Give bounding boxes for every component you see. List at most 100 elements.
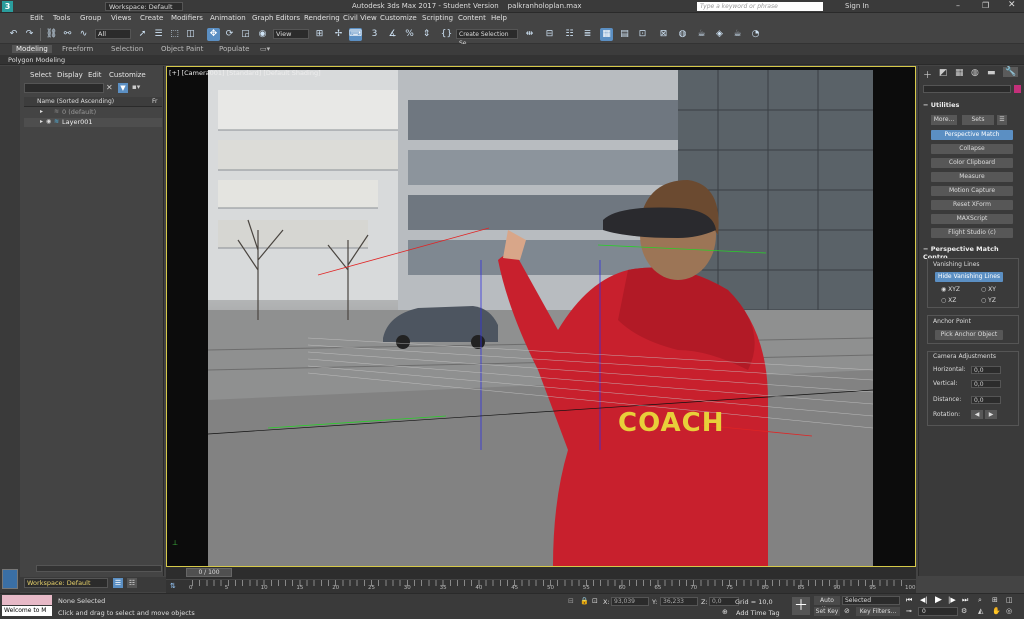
menu-help[interactable]: Help	[491, 14, 507, 22]
menu-civil-view[interactable]: Civil View	[343, 14, 377, 22]
visibility-eye-icon[interactable]: ◉	[46, 118, 51, 125]
name-field[interactable]	[923, 85, 1011, 93]
scene-options-icon[interactable]: ▪▾	[132, 83, 140, 91]
create-tab-icon[interactable]: ＋	[923, 68, 932, 81]
scene-explorer-icon[interactable]: ☷	[563, 28, 576, 41]
scene-menu-select[interactable]: Select	[30, 71, 52, 79]
time-config-icon[interactable]: ⚙	[961, 607, 967, 615]
unlink-icon[interactable]: ⚯	[61, 28, 74, 41]
redo-icon[interactable]: ↷	[23, 28, 36, 41]
layer-explorer-icon[interactable]: ≣	[581, 28, 594, 41]
menu-graph-editors[interactable]: Graph Editors	[252, 14, 300, 22]
vertical-spinner[interactable]: 0,0	[971, 380, 1001, 388]
selection-filter-dropdown[interactable]: All	[95, 29, 131, 39]
radio-xy[interactable]: ○ XY	[981, 286, 996, 293]
maxscript-button[interactable]: MAXScript	[931, 214, 1013, 224]
collapse-button[interactable]: Collapse	[931, 144, 1013, 154]
search-input[interactable]: Type a keyword or phrase	[697, 2, 823, 11]
rect-selection-icon[interactable]: ⬚	[168, 28, 181, 41]
select-manipulate-icon[interactable]: ✢	[332, 28, 345, 41]
isolate-selection-icon[interactable]: ⊟	[568, 597, 574, 605]
scene-menu-display[interactable]: Display	[57, 71, 83, 79]
snaps-toggle-icon[interactable]: 3	[368, 28, 381, 41]
tab-freeform[interactable]: Freeform	[62, 45, 93, 53]
select-place-icon[interactable]: ◉	[256, 28, 269, 41]
spinner-snap-icon[interactable]: ⇕	[420, 28, 433, 41]
render-production-icon[interactable]: ☕	[731, 28, 744, 41]
zoom-icon[interactable]: ⌕	[978, 596, 982, 605]
radio-xz[interactable]: ○ XZ	[941, 297, 956, 304]
close-button[interactable]: ✕	[1008, 0, 1016, 10]
rendered-frame-window-icon[interactable]: ◈	[713, 28, 726, 41]
selection-lock-icon[interactable]: 🔒	[580, 597, 589, 605]
app-logo-icon[interactable]: 3	[2, 1, 13, 12]
scene-scrollbar[interactable]	[36, 565, 162, 572]
menu-views[interactable]: Views	[111, 14, 131, 22]
key-mode-icon[interactable]: ⊸	[906, 607, 912, 615]
ribbon-options-icon[interactable]: ▭▾	[260, 45, 270, 53]
scene-search-input[interactable]	[24, 83, 104, 93]
sort-icon[interactable]: ☰	[113, 578, 123, 588]
go-to-start-icon[interactable]: ⏮	[906, 596, 912, 605]
motion-capture-button[interactable]: Motion Capture	[931, 186, 1013, 196]
utilities-rollout[interactable]: − Utilities	[923, 101, 1021, 109]
filter-toggle-icon[interactable]: ▼	[118, 83, 128, 93]
render-setup-icon[interactable]: ☕	[695, 28, 708, 41]
menu-animation[interactable]: Animation	[210, 14, 246, 22]
key-filters-icon[interactable]: ⊘	[844, 607, 850, 615]
align-icon[interactable]: ⊟	[543, 28, 556, 41]
menu-modifiers[interactable]: Modifiers	[171, 14, 203, 22]
set-key-big-icon[interactable]: ＋	[792, 597, 810, 615]
rotate-left-button[interactable]: ◀	[971, 410, 983, 419]
reference-coordinate-dropdown[interactable]: View	[273, 29, 309, 39]
key-filters-button[interactable]: Key Filters...	[856, 607, 900, 616]
measure-button[interactable]: Measure	[931, 172, 1013, 182]
go-to-end-icon[interactable]: ⏭	[962, 596, 968, 605]
tab-selection[interactable]: Selection	[111, 45, 143, 53]
utilities-tab-icon[interactable]: 🔧	[1003, 67, 1019, 77]
menu-scripting[interactable]: Scripting	[422, 14, 453, 22]
menu-edit[interactable]: Edit	[30, 14, 44, 22]
auto-key-button[interactable]: Auto Key	[814, 596, 840, 613]
horizontal-spinner[interactable]: 0,0	[971, 366, 1001, 374]
select-object-icon[interactable]: ➚	[136, 28, 149, 41]
orbit-icon[interactable]: ◎	[1006, 607, 1012, 615]
select-rotate-icon[interactable]: ⟳	[223, 28, 236, 41]
scene-workspace-dropdown[interactable]: Workspace: Default	[24, 578, 108, 588]
minimize-button[interactable]: –	[956, 1, 960, 10]
distance-spinner[interactable]: 0,0	[971, 396, 1001, 404]
previous-frame-icon[interactable]: ◀|	[920, 596, 928, 604]
menu-group[interactable]: Group	[80, 14, 101, 22]
window-crossing-icon[interactable]: ◫	[184, 28, 197, 41]
schematic-view-icon[interactable]: ⊠	[657, 28, 670, 41]
expand-icon[interactable]: ▸	[40, 118, 43, 125]
keyboard-shortcut-override-icon[interactable]: ⌨	[349, 28, 362, 41]
select-scale-icon[interactable]: ◲	[239, 28, 252, 41]
color-clipboard-button[interactable]: Color Clipboard	[931, 158, 1013, 168]
display-tab-icon[interactable]: ▬	[987, 68, 996, 78]
radio-xyz[interactable]: ◉ XYZ	[941, 286, 960, 293]
hide-vanishing-lines-button[interactable]: Hide Vanishing Lines	[935, 272, 1003, 282]
reset-xform-button[interactable]: Reset XForm	[931, 200, 1013, 210]
sets-button[interactable]: Sets	[962, 115, 994, 125]
list-item[interactable]: ▸ ≋ 0 (default)	[24, 108, 162, 117]
play-icon[interactable]: ▶	[935, 595, 942, 605]
time-slider[interactable]: 0 / 100	[166, 567, 916, 579]
hierarchy-tab-icon[interactable]: ▦	[955, 68, 964, 78]
hierarchy-icon[interactable]: ☷	[127, 578, 137, 588]
expand-icon[interactable]: ▸	[40, 108, 43, 115]
set-key-button[interactable]: Set Key	[814, 607, 840, 616]
current-frame-field[interactable]: 0	[918, 607, 958, 616]
menu-create[interactable]: Create	[140, 14, 163, 22]
maximize-button[interactable]: ❐	[982, 1, 989, 10]
bind-space-warp-icon[interactable]: ∿	[77, 28, 90, 41]
toggle-ribbon-icon[interactable]: ▤	[618, 28, 631, 41]
next-frame-icon[interactable]: |▶	[948, 596, 956, 604]
rotate-right-button[interactable]: ▶	[985, 410, 997, 419]
pan-view-icon[interactable]: ✋	[992, 607, 1001, 615]
add-time-tag[interactable]: Add Time Tag	[736, 609, 780, 617]
more-button[interactable]: More...	[931, 115, 957, 125]
modify-tab-icon[interactable]: ◩	[939, 68, 948, 78]
absolute-mode-icon[interactable]: ⊡	[592, 597, 598, 605]
menu-customize[interactable]: Customize	[380, 14, 417, 22]
